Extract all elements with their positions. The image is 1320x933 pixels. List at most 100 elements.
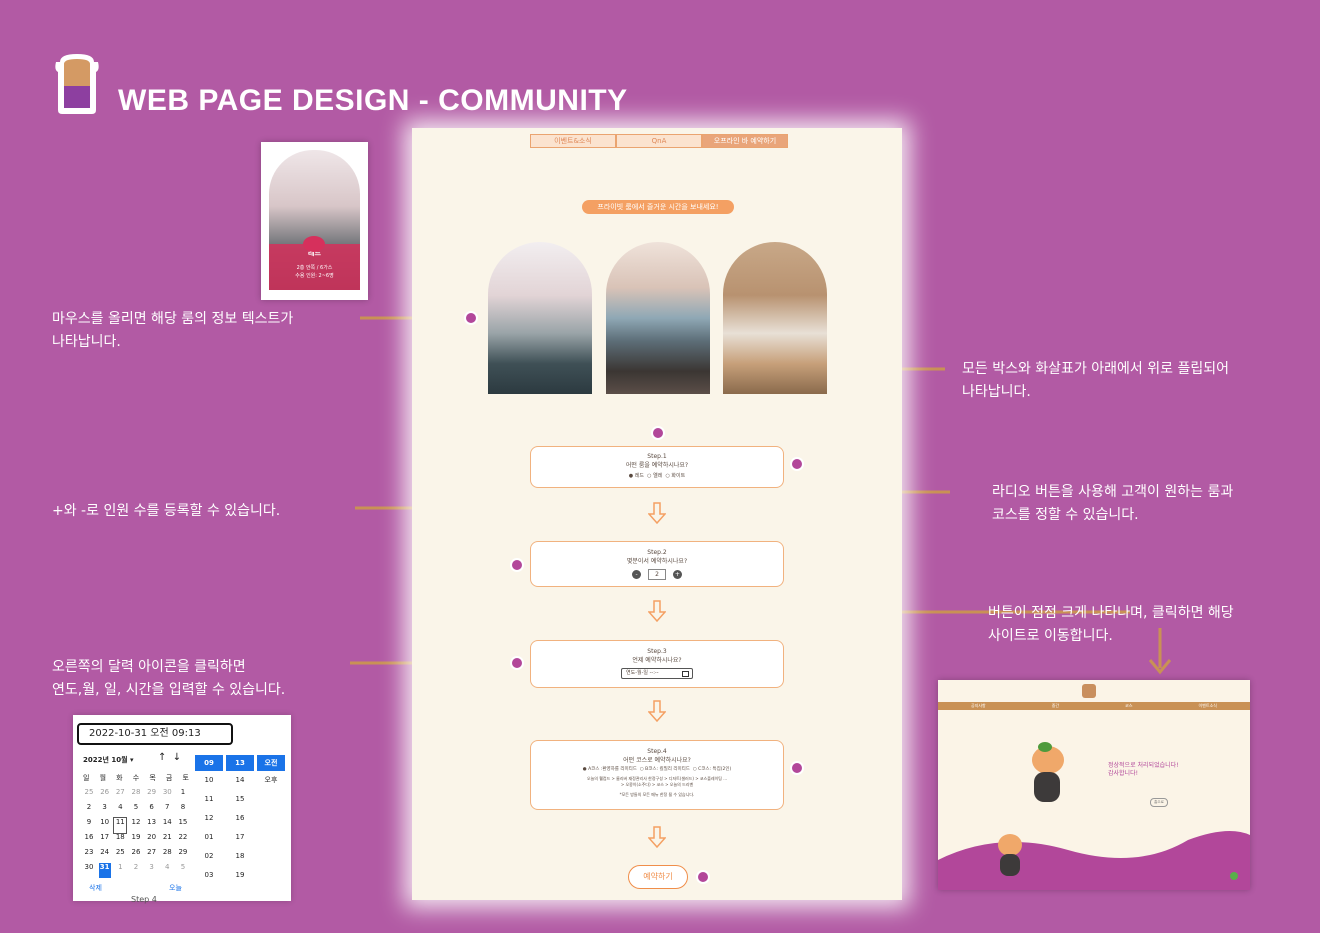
arrow-up-icon[interactable]: ↑ [158, 752, 166, 763]
calendar-day[interactable]: 1 [177, 788, 189, 803]
room-image-white[interactable] [723, 242, 827, 394]
site-nav-item[interactable]: 코스 [1125, 702, 1132, 710]
calendar-day[interactable]: 12 [130, 818, 142, 833]
hour-option[interactable]: 01 [195, 828, 223, 847]
calendar-day[interactable]: 3 [99, 803, 111, 818]
calendar-day[interactable]: 23 [83, 848, 95, 863]
calendar-day[interactable]: 29 [146, 788, 158, 803]
step-label: Step.1 [647, 453, 667, 460]
radio-option[interactable]: ○ 화이트 [665, 473, 685, 479]
calendar-day[interactable]: 26 [130, 848, 142, 863]
calendar-day[interactable]: 28 [130, 788, 142, 803]
note-line: 코스를 정할 수 있습니다. [992, 507, 1139, 523]
radio-label: C코스: 특집(2인) [698, 767, 732, 772]
calendar-day[interactable]: 18 [114, 833, 126, 848]
site-preview[interactable]: 공지사항 중간 코스 이벤트소식 정상적으로 처리되었습니다! 감사합니다! 홈… [938, 680, 1250, 890]
radio-option[interactable]: ● A코스 :환영하를 리미티드 [583, 767, 637, 772]
calendar-day[interactable]: 28 [161, 848, 173, 863]
minute-option[interactable]: 16 [226, 809, 254, 828]
calendar-day[interactable]: 19 [130, 833, 142, 848]
plus-button[interactable]: + [672, 570, 682, 579]
hour-option[interactable]: 11 [195, 790, 223, 809]
room-image-red[interactable] [488, 242, 592, 394]
hour-option[interactable]: 03 [195, 866, 223, 885]
calendar-day[interactable]: 26 [99, 788, 111, 803]
calendar-day[interactable]: 2 [83, 803, 95, 818]
radio-option[interactable]: ○ B코스: 킬밀리 리미티드 [640, 767, 690, 772]
clear-button[interactable]: 삭제 [89, 883, 102, 893]
weekday: 수 [132, 774, 140, 782]
calendar-day[interactable]: 27 [114, 788, 126, 803]
tab-offline-reservation[interactable]: 오프라인 바 예약하기 [702, 134, 788, 148]
calendar-day[interactable]: 20 [146, 833, 158, 848]
ampm-option[interactable]: 오후 [257, 771, 285, 790]
calendar-day[interactable]: 22 [177, 833, 189, 848]
minute-option-selected[interactable]: 13 [226, 755, 254, 771]
site-logo [1082, 684, 1096, 698]
hour-option[interactable]: 10 [195, 771, 223, 790]
calendar-day[interactable]: 4 [114, 803, 126, 818]
calendar-day[interactable]: 11 [113, 817, 128, 834]
calendar-day[interactable]: 3 [146, 863, 158, 878]
calendar-icon[interactable] [682, 671, 689, 677]
radio-option[interactable]: ○ C코스: 특집(2인) [693, 767, 732, 772]
hour-option-selected[interactable]: 09 [195, 755, 223, 771]
calendar-day[interactable]: 25 [114, 848, 126, 863]
weekday-row: 일 월 화 수 목 금 토 [83, 773, 189, 788]
minus-button[interactable]: - [632, 570, 642, 579]
home-button[interactable]: 홈으로 [1150, 798, 1168, 807]
ampm-option-selected[interactable]: 오전 [257, 755, 285, 771]
minute-option[interactable]: 15 [226, 790, 254, 809]
calendar-day[interactable]: 29 [177, 848, 189, 863]
radio-option[interactable]: ○ 엘레 [647, 473, 662, 479]
today-button[interactable]: 오늘 [169, 883, 182, 893]
calendar-day[interactable]: 7 [161, 803, 173, 818]
people-count-input[interactable]: 2 [648, 569, 666, 580]
calendar-day[interactable]: 27 [146, 848, 158, 863]
calendar-day[interactable]: 1 [114, 863, 126, 878]
hour-option[interactable]: 02 [195, 847, 223, 866]
arrow-down-icon [648, 502, 666, 524]
room-image-ocean[interactable] [606, 242, 710, 394]
calendar-day[interactable]: 25 [83, 788, 95, 803]
site-nav-item[interactable]: 공지사항 [971, 702, 986, 710]
calendar-day[interactable]: 8 [177, 803, 189, 818]
tab-qna[interactable]: QnA [616, 134, 702, 148]
room-info-line: 수용 인원: 2~6명 [295, 273, 334, 279]
month-selector[interactable]: 2022년 10월 ▾ [83, 755, 134, 765]
calendar-day[interactable]: 5 [130, 803, 142, 818]
reserve-button[interactable]: 예약하기 [628, 865, 688, 889]
calendar-day[interactable]: 14 [161, 818, 173, 833]
step-question: 언제 예약하시나요? [632, 657, 682, 664]
tab-events[interactable]: 이벤트&소식 [530, 134, 616, 148]
minute-option[interactable]: 14 [226, 771, 254, 790]
radio-label: 엘레 [653, 473, 663, 479]
calendar-day[interactable]: 10 [99, 818, 111, 833]
radio-option[interactable]: ● 레드 [629, 473, 644, 479]
calendar-day[interactable]: 30 [161, 788, 173, 803]
calendar-week-row: 2345678 [83, 803, 189, 818]
arrow-down-icon[interactable]: ↓ [173, 752, 181, 763]
calendar-day[interactable]: 4 [161, 863, 173, 878]
site-nav-item[interactable]: 중간 [1052, 702, 1059, 710]
calendar-day[interactable]: 9 [83, 818, 95, 833]
site-nav-item[interactable]: 이벤트소식 [1199, 702, 1217, 710]
calendar-day[interactable]: 17 [99, 833, 111, 848]
datetime-picker-input[interactable]: 2022-10-31 오전 09:13 [77, 723, 233, 745]
minute-option[interactable]: 19 [226, 866, 254, 885]
calendar-day[interactable]: 13 [146, 818, 158, 833]
datetime-input[interactable]: 연도-월-일 --:-- [621, 668, 693, 679]
calendar-day[interactable]: 2 [130, 863, 142, 878]
calendar-day[interactable]: 21 [161, 833, 173, 848]
note-line: 모든 박스와 화살표가 아래에서 위로 플립되어 [962, 361, 1229, 377]
calendar-day[interactable]: 24 [99, 848, 111, 863]
calendar-day[interactable]: 16 [83, 833, 95, 848]
minute-option[interactable]: 17 [226, 828, 254, 847]
minute-option[interactable]: 18 [226, 847, 254, 866]
calendar-day[interactable]: 5 [177, 863, 189, 878]
calendar-day[interactable]: 30 [83, 863, 95, 878]
hour-option[interactable]: 12 [195, 809, 223, 828]
calendar-day[interactable]: 6 [146, 803, 158, 818]
calendar-day[interactable]: 15 [177, 818, 189, 833]
calendar-day[interactable]: 31 [98, 863, 111, 878]
